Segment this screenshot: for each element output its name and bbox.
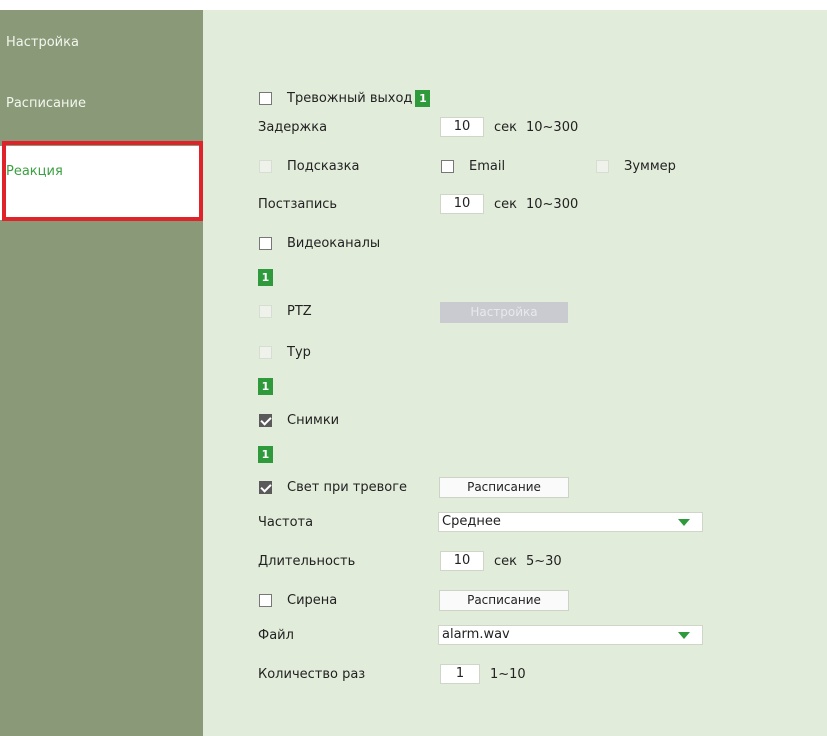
frequency-select[interactable]: Среднее (438, 512, 703, 532)
snapshots-label: Снимки (287, 412, 340, 428)
alarm-light-checkbox[interactable] (259, 480, 272, 494)
snapshots-checkbox[interactable] (259, 413, 272, 427)
siren-label: Сирена (287, 592, 338, 608)
frequency-value: Среднее (442, 514, 501, 529)
chevron-down-icon (678, 519, 690, 526)
snapshots-channel-badge[interactable]: 1 (258, 445, 273, 463)
siren-checkbox[interactable] (259, 593, 272, 607)
tour-row: Тур (259, 341, 311, 363)
frequency-row: Частота (258, 511, 313, 533)
buzzer-row: Зуммер (596, 155, 676, 177)
count-range: 1~10 (490, 667, 526, 682)
video-channels-label: Видеоканалы (287, 235, 381, 251)
duration-label: Длительность (258, 553, 356, 569)
post-record-row: Постзапись (258, 193, 337, 215)
tour-channel-badge[interactable]: 1 (258, 377, 273, 395)
ptz-label: PTZ (287, 303, 312, 319)
file-row: Файл (258, 624, 294, 646)
alarm-light-schedule-button[interactable]: Расписание (439, 477, 569, 498)
chevron-down-icon (678, 632, 690, 639)
file-label: Файл (258, 627, 294, 643)
reaction-panel: Тревожный выход 1 Задержка 10 сек 10~300… (203, 10, 827, 736)
duration-input[interactable]: 10 (440, 551, 484, 571)
ptz-settings-button[interactable]: Настройка (440, 302, 568, 323)
duration-unit: сек (494, 554, 517, 569)
count-label: Количество раз (258, 666, 366, 682)
snapshots-badge-row: 1 (258, 443, 273, 465)
siren-schedule-button[interactable]: Расписание (439, 590, 569, 611)
video-channels-checkbox[interactable] (259, 236, 272, 250)
ptz-row: PTZ (259, 300, 312, 322)
alarm-out-checkbox[interactable] (259, 91, 272, 105)
duration-range: 5~30 (526, 554, 562, 569)
tour-badge-row: 1 (258, 375, 273, 397)
video-channels-row: Видеоканалы (259, 232, 380, 254)
post-record-input[interactable]: 10 (440, 194, 484, 214)
file-select[interactable]: alarm.wav (438, 625, 703, 645)
delay-row: Задержка (258, 116, 327, 138)
tour-checkbox[interactable] (259, 345, 272, 359)
alarm-out-row: Тревожный выход 1 (259, 87, 431, 109)
alarm-out-label: Тревожный выход (287, 90, 413, 106)
snapshots-row: Снимки (259, 409, 339, 431)
hint-label: Подсказка (287, 158, 360, 174)
hint-checkbox[interactable] (259, 159, 272, 173)
frequency-label: Частота (258, 514, 314, 530)
sidebar-item-schedule[interactable]: Расписание (6, 96, 86, 111)
sidebar: Настройка Расписание Реакция (0, 10, 203, 736)
sidebar-selection-highlight (2, 141, 203, 221)
video-channel-badge[interactable]: 1 (258, 268, 273, 286)
delay-label: Задержка (258, 119, 328, 135)
post-record-range: 10~300 (526, 197, 579, 212)
duration-row: Длительность (258, 550, 355, 572)
alarm-light-row: Свет при тревоге (259, 476, 407, 498)
delay-unit: сек (494, 120, 517, 135)
count-input[interactable]: 1 (440, 664, 480, 684)
email-row: Email (441, 155, 505, 177)
tour-label: Тур (287, 344, 311, 360)
hint-row: Подсказка (259, 155, 359, 177)
count-row: Количество раз (258, 663, 365, 685)
sidebar-item-settings[interactable]: Настройка (6, 35, 79, 50)
file-value: alarm.wav (442, 627, 510, 642)
video-channels-badge-row: 1 (258, 266, 273, 288)
buzzer-label: Зуммер (624, 158, 676, 174)
alarm-out-channel-badge[interactable]: 1 (415, 89, 431, 107)
delay-range: 10~300 (526, 120, 579, 135)
delay-input[interactable]: 10 (440, 117, 484, 137)
email-checkbox[interactable] (441, 159, 454, 173)
siren-row: Сирена (259, 589, 337, 611)
buzzer-checkbox[interactable] (596, 159, 609, 173)
post-record-unit: сек (494, 197, 517, 212)
email-label: Email (469, 158, 506, 174)
alarm-light-label: Свет при тревоге (287, 479, 408, 495)
ptz-checkbox[interactable] (259, 304, 272, 318)
post-record-label: Постзапись (258, 196, 338, 212)
